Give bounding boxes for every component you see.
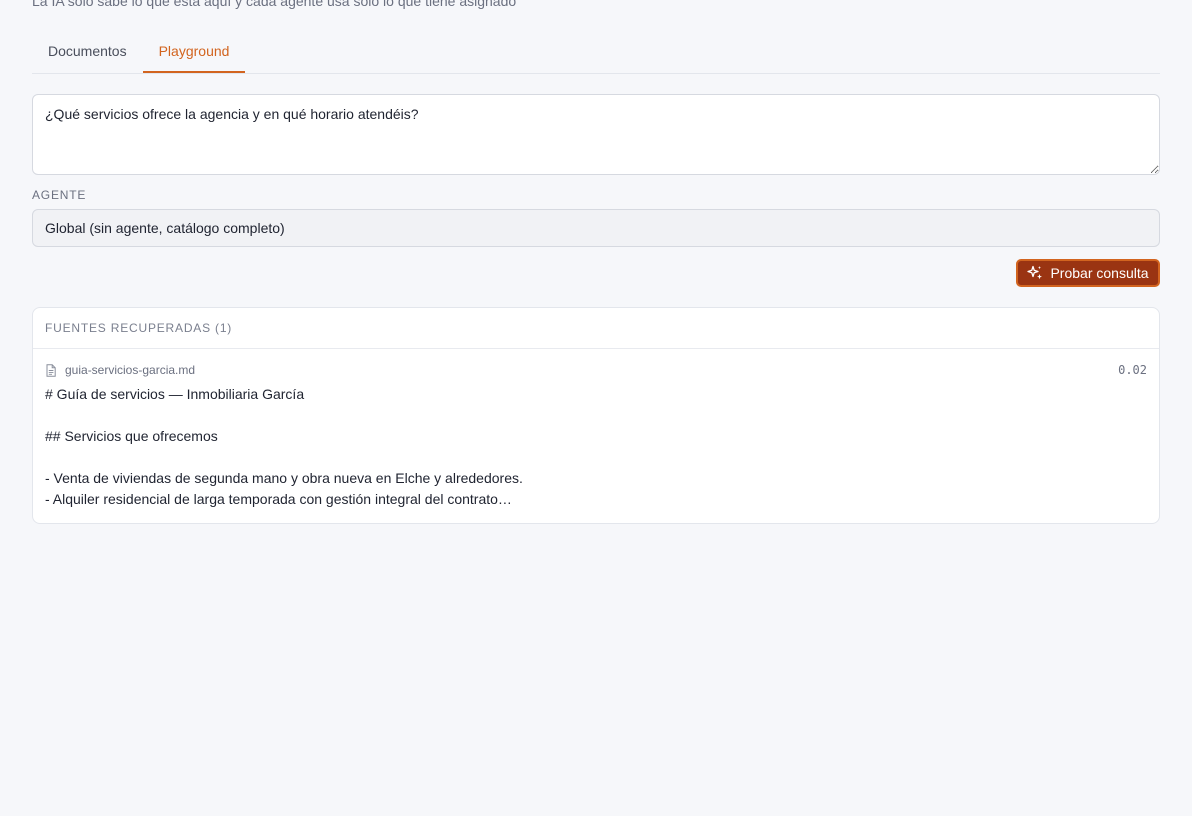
agent-label: Agente <box>32 188 87 202</box>
tab-documentos[interactable]: Documentos <box>32 30 143 73</box>
sources-header: Fuentes recuperadas (1) <box>33 308 1159 349</box>
query-input[interactable]: ¿Qué servicios ofrece la agencia y en qu… <box>32 94 1160 175</box>
source-score: 0.02 <box>1118 363 1147 377</box>
source-file-name: guia-servicios-garcia.md <box>65 363 196 377</box>
probar-consulta-button[interactable]: Probar consulta <box>1016 259 1160 287</box>
sources-panel: Fuentes recuperadas (1) guia-servicios-g… <box>32 307 1160 524</box>
page-subtitle: La IA solo sabe lo que está aquí y cada … <box>32 0 517 9</box>
probar-consulta-label: Probar consulta <box>1050 265 1149 281</box>
playground-page: La IA solo sabe lo que está aquí y cada … <box>0 0 1192 816</box>
tab-playground[interactable]: Playground <box>142 30 246 73</box>
tab-bar: Documentos Playground <box>32 30 1160 74</box>
agent-select[interactable]: Global (sin agente, catálogo completo) <box>32 209 1160 247</box>
file-icon <box>45 363 59 377</box>
sparkles-icon <box>1027 265 1043 281</box>
source-item: guia-servicios-garcia.md 0.02 # Guía de … <box>33 349 1159 510</box>
source-meta: guia-servicios-garcia.md <box>45 361 1147 379</box>
source-snippet: # Guía de servicios — Inmobiliaria Garcí… <box>45 386 523 507</box>
